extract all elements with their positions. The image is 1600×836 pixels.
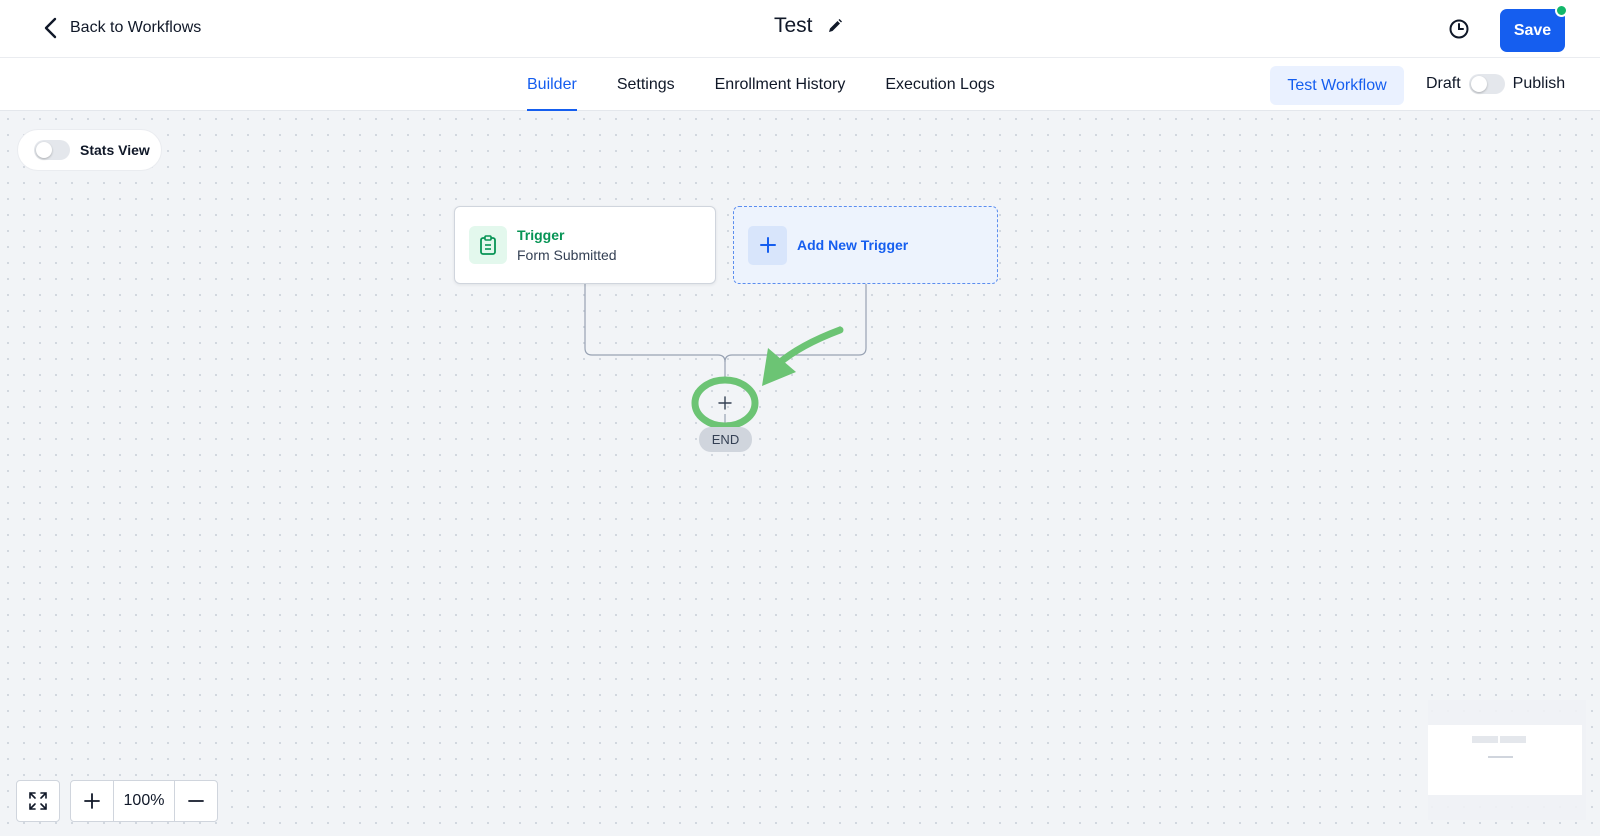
back-to-workflows-link[interactable]: Back to Workflows — [40, 16, 201, 40]
fit-view-box — [16, 780, 60, 822]
stats-view-label: Stats View — [80, 142, 150, 158]
workflow-title-group: Test — [774, 14, 843, 38]
minimap-node — [1472, 736, 1498, 743]
minimap[interactable] — [1428, 700, 1586, 820]
minus-icon — [188, 800, 204, 802]
tab-enrollment-history[interactable]: Enrollment History — [715, 58, 846, 111]
workflow-tabs: Builder Settings Enrollment History Exec… — [527, 58, 1035, 111]
pencil-icon[interactable] — [827, 18, 843, 34]
stats-view-toggle-group: Stats View — [17, 129, 162, 171]
zoom-box: 100% — [70, 780, 218, 822]
plus-icon — [84, 793, 100, 809]
zoom-in-button[interactable] — [71, 781, 113, 821]
stats-view-toggle[interactable] — [34, 140, 70, 160]
test-workflow-button[interactable]: Test Workflow — [1270, 66, 1404, 105]
trigger-text: Trigger Form Submitted — [517, 227, 617, 263]
publish-toggle[interactable] — [1468, 74, 1505, 94]
save-button[interactable]: Save — [1500, 9, 1565, 52]
tab-bar: Builder Settings Enrollment History Exec… — [0, 58, 1600, 111]
plus-icon — [748, 225, 787, 265]
plus-icon — [718, 396, 732, 410]
zoom-out-button[interactable] — [175, 781, 217, 821]
top-bar: Back to Workflows Test Save — [0, 0, 1600, 58]
toggle-knob — [1470, 76, 1487, 92]
zoom-level: 100% — [113, 781, 175, 821]
chevron-left-icon — [44, 17, 57, 39]
publish-toggle-group: Draft Publish — [1426, 74, 1565, 94]
fullscreen-icon[interactable] — [17, 781, 59, 821]
zoom-controls: 100% — [16, 780, 218, 822]
history-icon[interactable] — [1448, 18, 1470, 40]
tab-builder[interactable]: Builder — [527, 58, 577, 111]
trigger-subtitle: Form Submitted — [517, 247, 617, 263]
draft-label: Draft — [1426, 75, 1461, 92]
trigger-title: Trigger — [517, 227, 565, 243]
minimap-node — [1488, 756, 1513, 758]
back-label: Back to Workflows — [70, 19, 202, 36]
add-new-trigger-node[interactable]: Add New Trigger — [733, 206, 998, 284]
end-node-badge: END — [699, 427, 752, 452]
add-step-button[interactable] — [710, 388, 740, 418]
tab-settings[interactable]: Settings — [617, 58, 675, 111]
toggle-knob — [36, 142, 52, 158]
clipboard-icon — [469, 226, 507, 264]
publish-label: Publish — [1512, 75, 1566, 92]
workflow-title: Test — [774, 14, 813, 37]
trigger-node[interactable]: Trigger Form Submitted — [454, 206, 716, 284]
minimap-node — [1500, 736, 1526, 743]
tab-execution-logs[interactable]: Execution Logs — [885, 58, 994, 111]
unsaved-status-dot — [1555, 4, 1568, 17]
add-new-trigger-label: Add New Trigger — [797, 237, 909, 253]
